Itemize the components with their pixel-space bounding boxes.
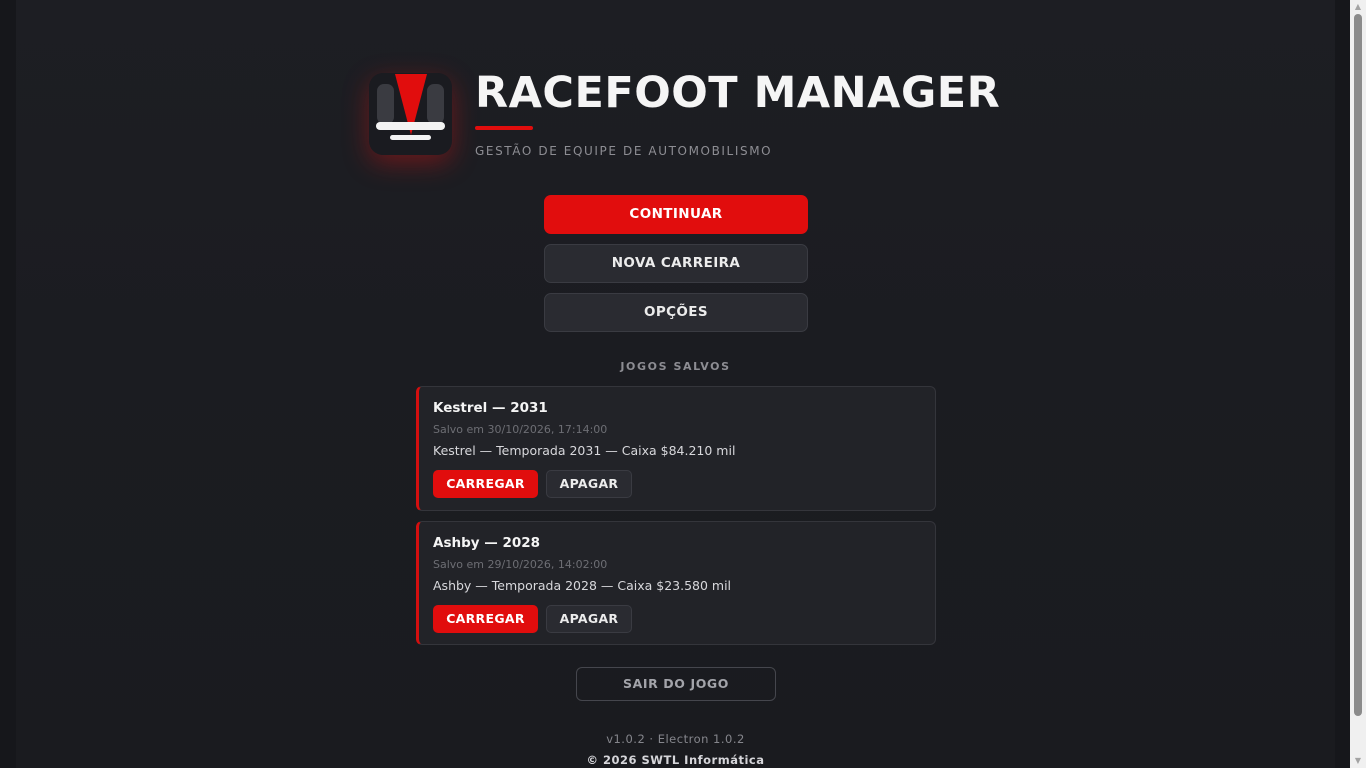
save-info: Ashby — Temporada 2028 — Caixa $23.580 m… — [433, 578, 732, 593]
copyright-text: © 2026 SWTL Informática — [586, 753, 765, 767]
options-button[interactable]: OPÇÕES — [544, 293, 808, 332]
logo-bar-bottom — [390, 135, 431, 140]
load-save-button[interactable]: CARREGAR — [433, 605, 538, 633]
vertical-scrollbar[interactable]: ▲ ▼ — [1350, 0, 1366, 768]
save-name: Ashby — 2028 — [433, 535, 541, 551]
app-title: RACEFOOT MANAGER — [475, 68, 1001, 118]
scroll-down-arrow-icon[interactable]: ▼ — [1350, 754, 1366, 768]
save-date: Salvo em 29/10/2026, 14:02:00 — [433, 558, 608, 571]
save-card-2: Ashby — 2028 Salvo em 29/10/2026, 14:02:… — [416, 521, 936, 645]
save-info: Kestrel — Temporada 2031 — Caixa $84.210… — [433, 443, 736, 458]
logo-graphic — [376, 74, 445, 140]
logo-left-pillar — [377, 84, 394, 124]
racefoot-logo-icon — [369, 73, 452, 155]
save-card-1: Kestrel — 2031 Salvo em 30/10/2026, 17:1… — [416, 386, 936, 511]
scroll-up-arrow-icon[interactable]: ▲ — [1350, 0, 1366, 14]
logo-right-pillar — [427, 84, 444, 124]
delete-save-button[interactable]: APAGAR — [546, 470, 632, 498]
exit-game-button[interactable]: SAIR DO JOGO — [576, 667, 776, 701]
delete-save-button[interactable]: APAGAR — [546, 605, 632, 633]
load-save-button[interactable]: CARREGAR — [433, 470, 538, 498]
continue-button[interactable]: CONTINUAR — [544, 195, 808, 234]
version-text: v1.0.2 · Electron 1.0.2 — [606, 732, 745, 746]
new-career-button[interactable]: NOVA CARREIRA — [544, 244, 808, 283]
title-underline — [475, 126, 533, 130]
app-subtitle: GESTÃO DE EQUIPE DE AUTOMOBILISMO — [475, 144, 773, 158]
scrollbar-thumb[interactable] — [1354, 14, 1362, 716]
save-date: Salvo em 30/10/2026, 17:14:00 — [433, 423, 608, 436]
logo-bar-top — [376, 122, 445, 130]
saved-games-title: JOGOS SALVOS — [620, 360, 731, 373]
save-name: Kestrel — 2031 — [433, 400, 548, 416]
